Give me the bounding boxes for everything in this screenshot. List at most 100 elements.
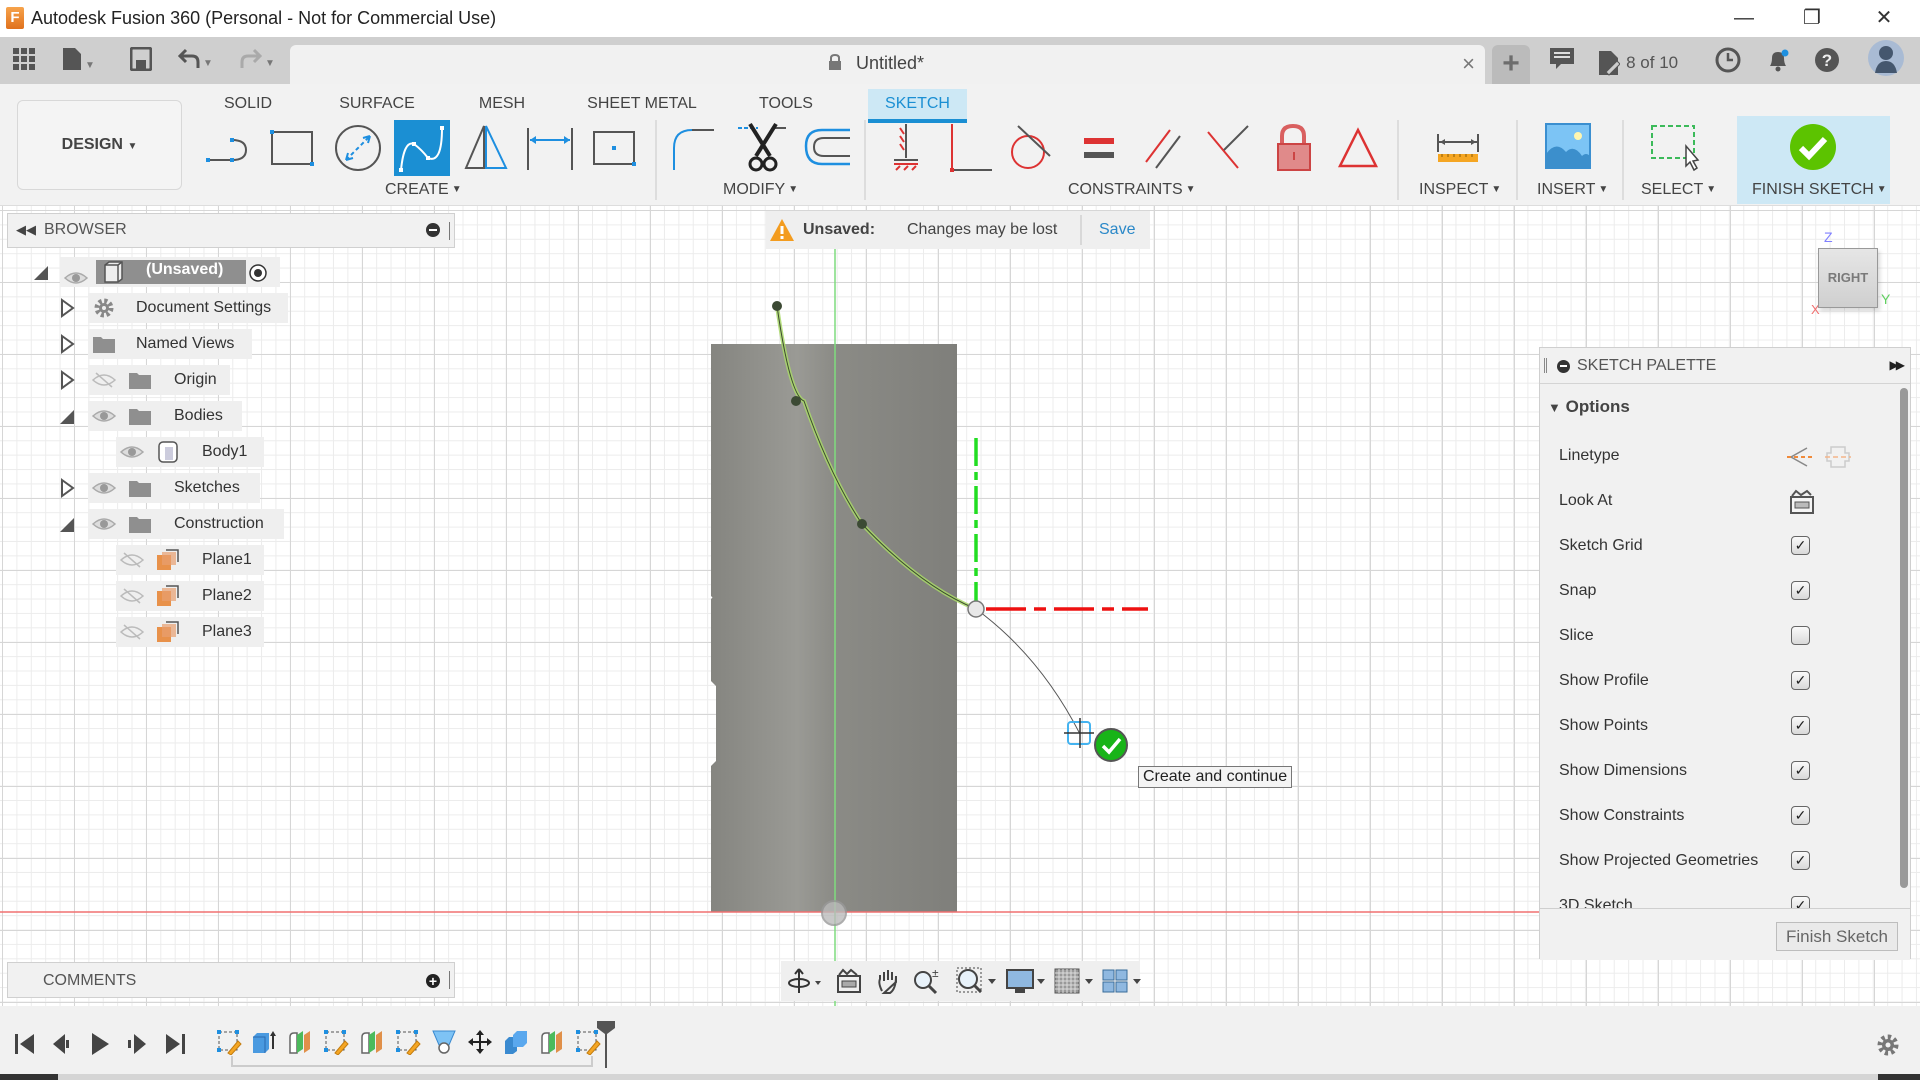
eye-hidden-icon[interactable] bbox=[92, 371, 116, 389]
sketch-dimension-tool[interactable] bbox=[522, 120, 578, 176]
create-and-continue-button[interactable] bbox=[1094, 728, 1128, 762]
timeline-feature-combine[interactable] bbox=[503, 1029, 529, 1055]
data-panel-button[interactable] bbox=[12, 47, 36, 73]
perpendicular-constraint[interactable] bbox=[1200, 120, 1256, 176]
browser-node[interactable]: Named Views bbox=[0, 329, 460, 359]
tangent-constraint[interactable] bbox=[1004, 120, 1060, 176]
browser-node[interactable]: Sketches bbox=[0, 473, 460, 503]
browser-node[interactable]: (Unsaved) bbox=[0, 257, 460, 287]
eye-hidden-icon[interactable] bbox=[120, 623, 144, 641]
fillet-tool[interactable] bbox=[668, 120, 724, 176]
circle-tool[interactable] bbox=[330, 120, 386, 176]
measure-tool[interactable] bbox=[1430, 120, 1486, 176]
checkbox[interactable]: ✓ bbox=[1791, 671, 1810, 690]
select-menu[interactable]: SELECT ▼ bbox=[1641, 181, 1716, 199]
expand-triangle-icon[interactable] bbox=[58, 298, 76, 318]
document-tab[interactable]: Untitled* × bbox=[290, 45, 1485, 84]
fit-point[interactable] bbox=[772, 301, 782, 311]
timeline-feature-sketch[interactable] bbox=[216, 1029, 242, 1056]
body1-solid[interactable] bbox=[711, 344, 957, 912]
user-avatar[interactable] bbox=[1866, 39, 1906, 76]
tab-sheet-metal[interactable]: SHEET METAL bbox=[583, 89, 701, 123]
grid-settings-icon[interactable] bbox=[1053, 967, 1097, 995]
job-status-button[interactable]: 8 of 10 bbox=[1598, 47, 1688, 77]
browser-node[interactable]: Origin bbox=[0, 365, 460, 395]
browser-node[interactable]: Body1 bbox=[0, 437, 460, 467]
checkbox[interactable]: ✓ bbox=[1791, 806, 1810, 825]
tab-mesh[interactable]: MESH bbox=[476, 89, 528, 123]
notifications-button[interactable] bbox=[1764, 47, 1792, 77]
timeline-settings-gear-icon[interactable] bbox=[1875, 1032, 1901, 1058]
timeline-marker[interactable] bbox=[596, 1020, 616, 1068]
timeline-feature-extrude[interactable] bbox=[251, 1029, 277, 1055]
insert-image-tool[interactable] bbox=[1540, 120, 1596, 176]
look-at-icon[interactable] bbox=[835, 967, 863, 995]
collapse-triangle-icon[interactable] bbox=[58, 514, 76, 534]
eye-icon[interactable] bbox=[120, 443, 144, 461]
equal-constraint[interactable] bbox=[1072, 120, 1128, 176]
checkbox[interactable]: ✓ bbox=[1791, 536, 1810, 555]
construction-linetype-icon[interactable] bbox=[1785, 444, 1815, 470]
timeline-feature-loft[interactable] bbox=[431, 1029, 457, 1055]
timeline-feature-plane[interactable] bbox=[539, 1029, 565, 1055]
history-button[interactable] bbox=[1714, 47, 1742, 77]
minimize-browser-icon[interactable] bbox=[426, 223, 440, 237]
coincident-constraint[interactable] bbox=[944, 120, 1000, 176]
activate-radio-icon[interactable] bbox=[248, 263, 268, 283]
eye-icon[interactable] bbox=[92, 407, 116, 425]
point-tool[interactable] bbox=[588, 120, 644, 176]
expand-triangle-icon[interactable] bbox=[58, 478, 76, 498]
panel-grip-handle[interactable] bbox=[449, 222, 451, 240]
current-fit-point[interactable] bbox=[967, 600, 985, 618]
step-back-icon[interactable] bbox=[49, 1031, 75, 1057]
timeline-feature-move[interactable] bbox=[467, 1029, 493, 1055]
expand-triangle-icon[interactable] bbox=[58, 370, 76, 390]
constraints-menu[interactable]: CONSTRAINTS ▼ bbox=[1068, 181, 1196, 199]
zoom-icon[interactable]: ± bbox=[912, 967, 942, 995]
tab-tools[interactable]: TOOLS bbox=[752, 89, 820, 123]
centerline-linetype-icon[interactable] bbox=[1823, 444, 1853, 470]
horizontal-vertical-constraint[interactable] bbox=[878, 120, 934, 176]
browser-node[interactable]: Document Settings bbox=[0, 293, 460, 323]
browser-node[interactable]: Construction bbox=[0, 509, 460, 539]
minimize-button[interactable]: — bbox=[1716, 0, 1772, 36]
tab-surface[interactable]: SURFACE bbox=[335, 89, 419, 123]
save-link[interactable]: Save bbox=[1099, 221, 1135, 239]
line-tool[interactable] bbox=[202, 120, 258, 176]
go-to-end-icon[interactable] bbox=[162, 1031, 188, 1057]
browser-node[interactable]: Plane1 bbox=[0, 545, 460, 575]
fit-point[interactable] bbox=[791, 396, 801, 406]
trim-tool[interactable] bbox=[736, 120, 792, 176]
eye-icon[interactable] bbox=[92, 515, 116, 533]
pan-icon[interactable] bbox=[874, 967, 902, 995]
select-tool[interactable] bbox=[1648, 120, 1704, 176]
timeline-feature-plane[interactable] bbox=[287, 1029, 313, 1055]
checkbox[interactable] bbox=[1791, 626, 1810, 645]
symmetric-constraint[interactable] bbox=[1330, 120, 1386, 176]
rectangle-tool[interactable] bbox=[264, 120, 320, 176]
tab-solid[interactable]: SOLID bbox=[218, 89, 278, 123]
browser-node[interactable]: Plane2 bbox=[0, 581, 460, 611]
new-tab-button[interactable]: + bbox=[1492, 45, 1530, 84]
checkbox[interactable]: ✓ bbox=[1791, 716, 1810, 735]
checkbox[interactable]: ✓ bbox=[1791, 761, 1810, 780]
inspect-menu[interactable]: INSPECT ▼ bbox=[1419, 181, 1501, 199]
parallel-constraint[interactable] bbox=[1136, 120, 1192, 176]
step-forward-icon[interactable] bbox=[124, 1031, 150, 1057]
collapse-triangle-icon[interactable] bbox=[32, 262, 50, 282]
mirror-tool[interactable] bbox=[458, 120, 514, 176]
file-menu-button[interactable]: ▼ bbox=[62, 47, 95, 73]
add-comment-icon[interactable]: + bbox=[426, 974, 440, 988]
close-tab-button[interactable]: × bbox=[1462, 51, 1475, 77]
eye-hidden-icon[interactable] bbox=[120, 551, 144, 569]
look-at-icon[interactable] bbox=[1789, 489, 1815, 515]
undo-button[interactable]: ▼ bbox=[177, 47, 213, 73]
close-window-button[interactable]: ✕ bbox=[1856, 0, 1912, 36]
view-cube[interactable]: RIGHT bbox=[1818, 248, 1878, 308]
eye-icon[interactable] bbox=[64, 269, 88, 287]
fit-icon[interactable] bbox=[956, 967, 1000, 995]
tab-sketch[interactable]: SKETCH bbox=[868, 89, 967, 123]
origin-point[interactable] bbox=[821, 900, 847, 926]
collapse-triangle-icon[interactable] bbox=[58, 406, 76, 426]
insert-menu[interactable]: INSERT ▼ bbox=[1537, 181, 1608, 199]
